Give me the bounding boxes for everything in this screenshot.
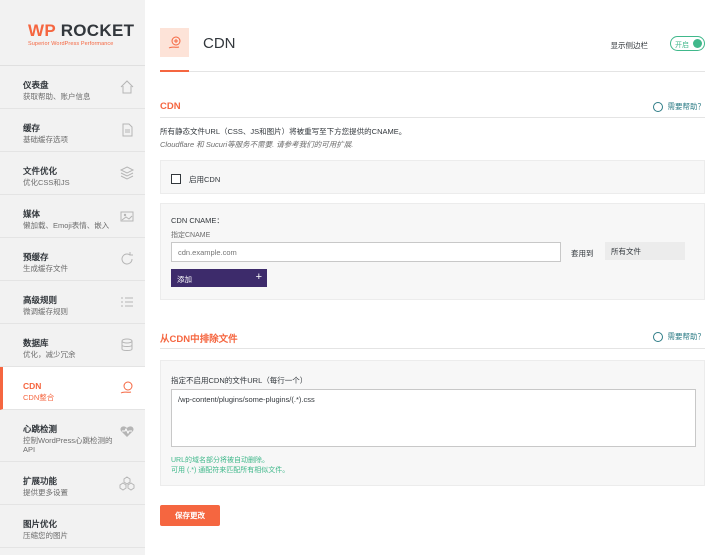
nav-subtitle: 提供更多设置: [23, 488, 68, 497]
enable-cdn-checkbox[interactable]: [171, 174, 181, 184]
enable-cdn-box: 启用CDN: [160, 160, 705, 194]
cname-subtitle: 指定CNAME: [171, 232, 211, 239]
cdn-note: Cloudflare 和 Sucuri等服务不需要. 请参考我们的可用扩展.: [160, 140, 354, 149]
section-divider: [160, 117, 705, 118]
plus-icon: +: [255, 271, 262, 283]
show-sidebar-label: 显示侧边栏: [610, 41, 649, 50]
sidebar-item-cdn[interactable]: CDN CDN整合: [0, 367, 145, 410]
sidebar-item-database[interactable]: 数据库 优化，减少冗余: [0, 324, 145, 367]
exclude-note-domain: URL的域名部分将被自动删除。: [171, 457, 270, 464]
enable-cdn-label: 启用CDN: [189, 175, 221, 184]
exclude-note-wildcard: 可用 (.*) 通配符来匹配所有相似文件。: [171, 467, 290, 474]
toggle-knob: [693, 39, 702, 48]
exclude-help-link[interactable]: 需要帮助？: [652, 331, 706, 342]
heartbeat-icon: [120, 426, 134, 437]
exclude-textarea[interactable]: /wp-content/plugins/some-plugins/(.*).cs…: [171, 389, 696, 447]
add-cname-button[interactable]: 添加 +: [171, 269, 267, 287]
logo: WP ROCKET Superior WordPress Performance: [0, 0, 145, 66]
sidebar-item-image-optimization[interactable]: 图片优化 压缩您的图片: [0, 505, 145, 548]
nav-subtitle: 基础缓存选项: [23, 135, 68, 144]
database-icon: [121, 338, 133, 351]
refresh-icon: [121, 252, 133, 265]
toggle-label: 开启: [675, 42, 689, 49]
cdn-section-title: CDN: [160, 101, 181, 112]
home-icon: [120, 80, 134, 94]
sidebar-item-file-optimization[interactable]: 文件优化 优化CSS和JS: [0, 152, 145, 195]
nav-subtitle: 懒加载、Emoji表情、嵌入: [23, 221, 110, 230]
header-underline: [160, 70, 189, 72]
nav-subtitle: 压缩您的图片: [23, 531, 68, 540]
file-icon: [122, 123, 133, 137]
layers-icon: [119, 166, 135, 180]
cname-box: CDN CNAME： 指定CNAME 套用到 所有文件 添加 +: [160, 203, 705, 300]
help-icon: [652, 101, 663, 112]
sidebar-item-media[interactable]: 媒体 懒加载、Emoji表情、嵌入: [0, 195, 145, 238]
addons-icon: [119, 476, 135, 491]
nav-subtitle: CDN整合: [23, 393, 55, 402]
page-header: CDN 显示侧边栏 开启: [160, 0, 705, 72]
cdn-hand-icon: [120, 381, 133, 394]
help-label: 需要帮助？: [667, 332, 706, 341]
sidebar-item-addons[interactable]: 扩展功能 提供更多设置: [0, 462, 145, 505]
cdn-help-link[interactable]: 需要帮助？: [652, 101, 706, 112]
sidebar-item-cache[interactable]: 缓存 基础缓存选项: [0, 109, 145, 152]
list-icon: [121, 297, 133, 307]
save-changes-button[interactable]: 保存更改: [160, 505, 220, 526]
exclude-box: 指定不启用CDN的文件URL（每行一个） /wp-content/plugins…: [160, 360, 705, 486]
exclude-section-title: 从CDN中排除文件: [160, 334, 238, 345]
cname-title: CDN CNAME：: [171, 216, 224, 225]
sidebar-item-advanced-rules[interactable]: 高级规则 微调缓存规则: [0, 281, 145, 324]
logo-tagline: Superior WordPress Performance: [28, 41, 114, 47]
cname-input[interactable]: [171, 242, 561, 262]
nav-subtitle: 获取帮助、账户信息: [23, 92, 91, 101]
image-icon: [120, 211, 134, 222]
cdn-header-icon: [160, 28, 189, 57]
nav-subtitle: 优化，减少冗余: [23, 350, 76, 359]
help-label: 需要帮助？: [667, 102, 706, 111]
sidebar: WP ROCKET Superior WordPress Performance…: [0, 0, 145, 555]
sidebar-item-heartbeat[interactable]: 心跳检测 控制WordPress心跳检测的API: [0, 410, 145, 462]
apply-to-label: 套用到: [571, 249, 594, 258]
logo-rocket: ROCKET: [55, 21, 135, 40]
exclude-field-label: 指定不启用CDN的文件URL（每行一个）: [171, 376, 308, 385]
sidebar-item-dashboard[interactable]: 仪表盘 获取帮助、账户信息: [0, 66, 145, 109]
add-label: 添加: [177, 275, 192, 284]
sidebar-item-preload[interactable]: 预缓存 生成缓存文件: [0, 238, 145, 281]
nav-subtitle: 优化CSS和JS: [23, 178, 70, 187]
nav-subtitle: 控制WordPress心跳检测的API: [23, 436, 113, 454]
cdn-description: 所有静态文件URL（CSS、JS和图片）将被重写至下方您提供的CNAME。: [160, 127, 407, 136]
section-divider: [160, 348, 705, 349]
nav-subtitle: 生成缓存文件: [23, 264, 68, 273]
nav-title: 图片优化: [23, 519, 58, 529]
help-icon: [652, 331, 663, 342]
apply-to-select[interactable]: 所有文件: [605, 242, 685, 260]
nav-subtitle: 微调缓存规则: [23, 307, 68, 316]
show-sidebar-toggle[interactable]: 开启: [670, 36, 705, 51]
page-title: CDN: [203, 35, 236, 52]
logo-wp: WP: [28, 21, 56, 40]
main-content: CDN 显示侧边栏 开启 CDN 需要帮助？ 所有静态文件URL（CSS、JS和…: [145, 0, 720, 555]
